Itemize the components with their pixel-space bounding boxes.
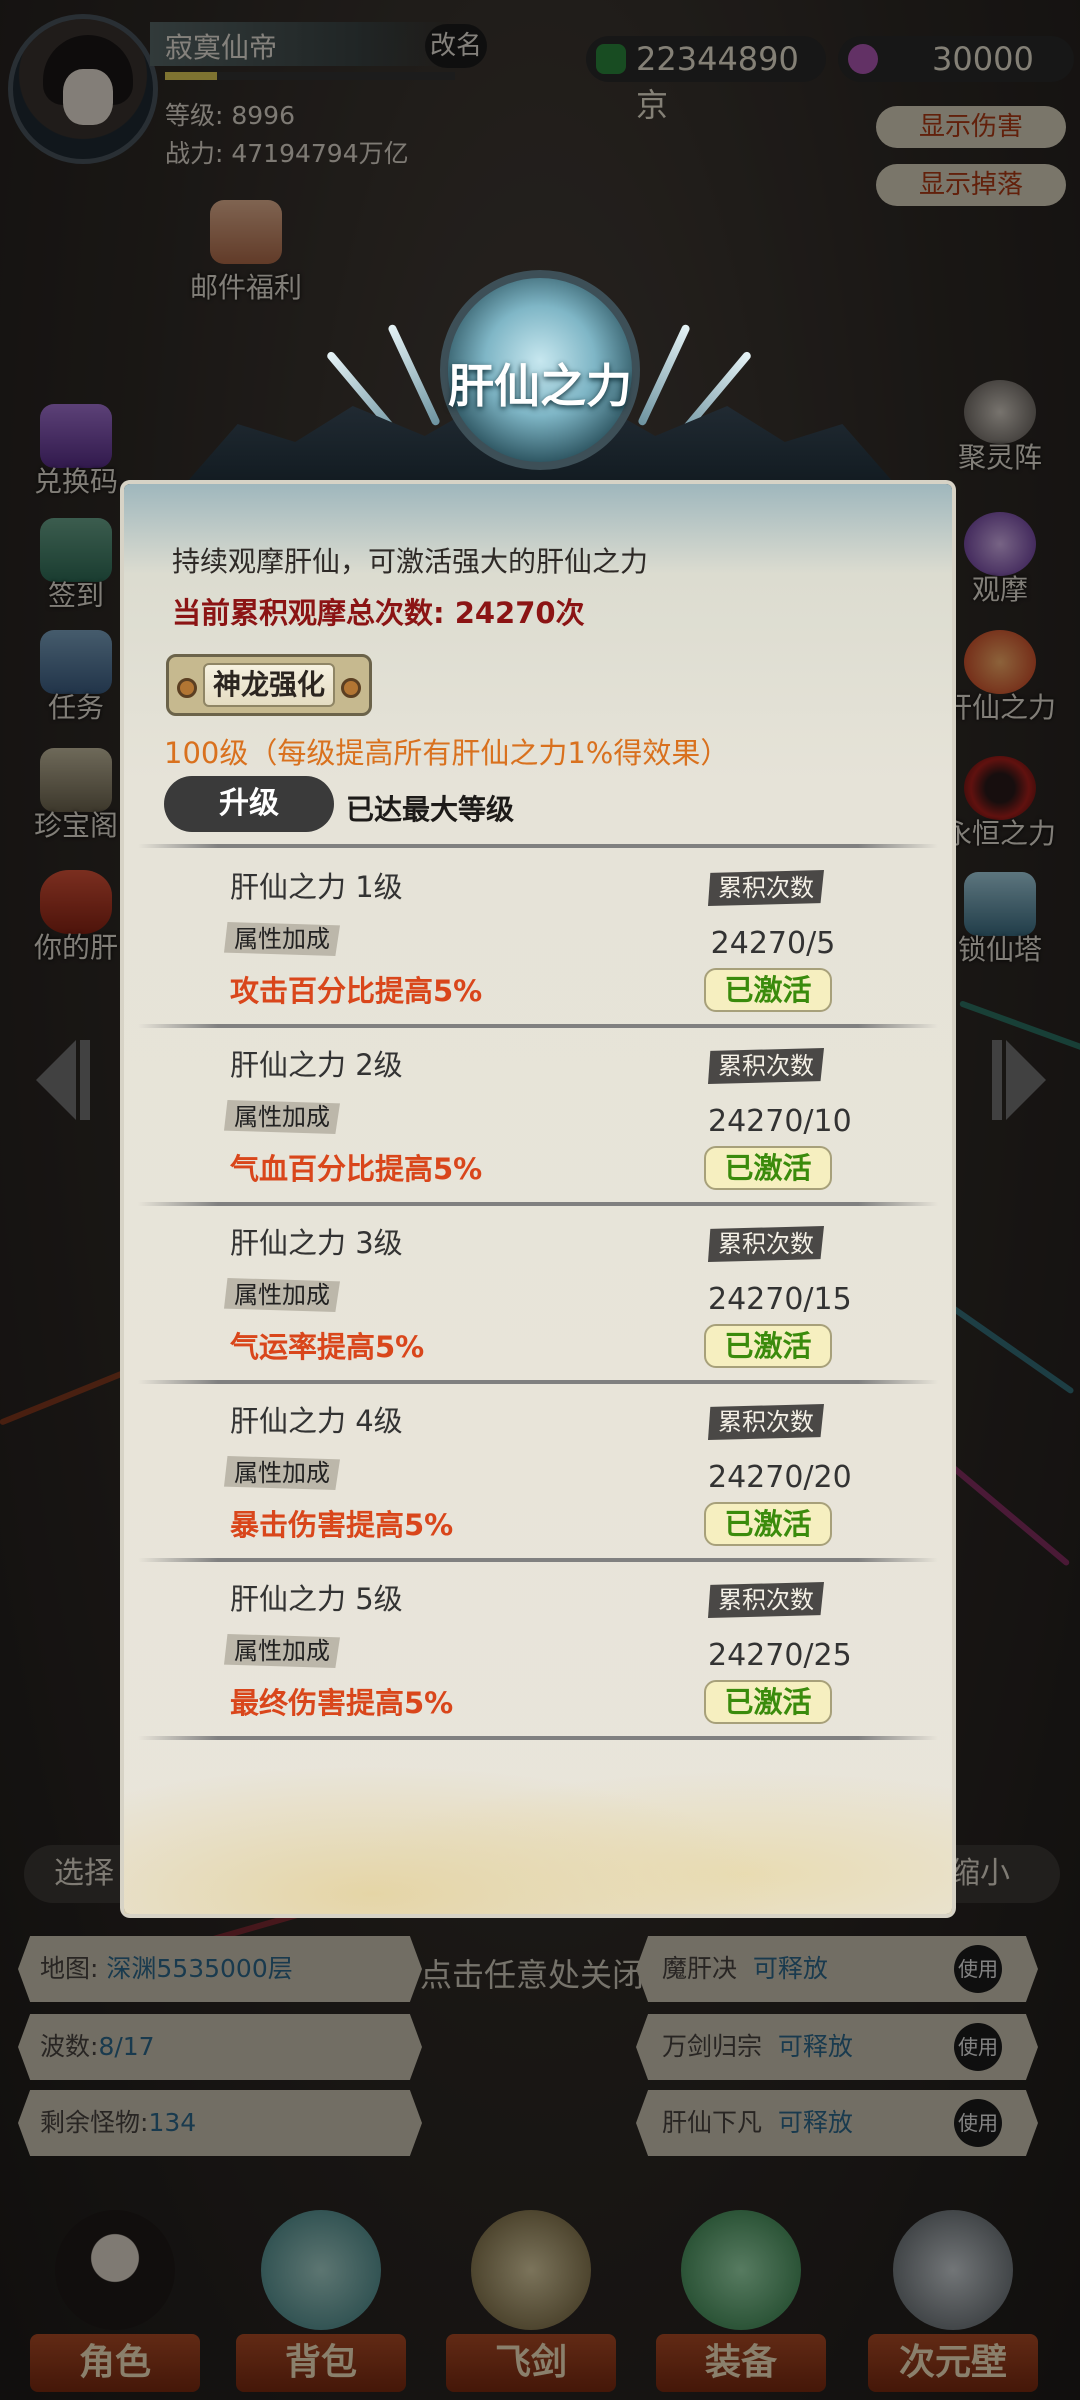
- accumulated-count-label: 累积次数: [708, 1048, 824, 1084]
- tier-progress: 24270/10: [708, 1104, 852, 1139]
- liver-power-modal: 持续观摩肝仙，可激活强大的肝仙之力 当前累积观摩总次数: 24270次 神龙强化…: [124, 484, 952, 1914]
- tier-effect: 气运率提高5%: [230, 1330, 425, 1364]
- dragon-boost-description: 100级（每级提高所有肝仙之力1%得效果）: [164, 736, 730, 770]
- modal-bottom-decoration: [124, 1714, 952, 1914]
- dragon-boost-label: 神龙强化: [203, 663, 335, 707]
- tier-name: 肝仙之力 3级: [230, 1226, 403, 1260]
- divider: [138, 1736, 938, 1740]
- tier-progress: 24270/20: [708, 1460, 852, 1495]
- accumulated-count-label: 累积次数: [708, 1226, 824, 1262]
- tier-row: 肝仙之力 2级 属性加成 气血百分比提高5% 累积次数 24270/10 已激活: [124, 1030, 952, 1208]
- tier-row: 肝仙之力 5级 属性加成 最终伤害提高5% 累积次数 24270/25 已激活: [124, 1564, 952, 1742]
- attribute-bonus-tag: 属性加成: [224, 1100, 340, 1134]
- attribute-bonus-tag: 属性加成: [224, 1278, 340, 1312]
- accumulated-count-label: 累积次数: [708, 1582, 824, 1618]
- tier-effect: 攻击百分比提高5%: [230, 974, 483, 1008]
- activated-status: 已激活: [704, 1502, 832, 1546]
- tier-effect: 最终伤害提高5%: [230, 1686, 454, 1720]
- divider: [138, 1024, 938, 1028]
- tier-progress: 24270/25: [708, 1638, 852, 1673]
- activated-status: 已激活: [704, 968, 832, 1012]
- max-level-text: 已达最大等级: [346, 793, 515, 826]
- tier-effect: 气血百分比提高5%: [230, 1152, 483, 1186]
- tier-name: 肝仙之力 5级: [230, 1582, 403, 1616]
- upgrade-button[interactable]: 升级: [164, 776, 334, 832]
- attribute-bonus-tag: 属性加成: [224, 1634, 340, 1668]
- divider: [138, 1558, 938, 1562]
- divider: [138, 1202, 938, 1206]
- accumulated-count-label: 累积次数: [708, 1404, 824, 1440]
- attribute-bonus-tag: 属性加成: [224, 1456, 340, 1490]
- tier-progress: 24270/5: [710, 926, 836, 961]
- attribute-bonus-tag: 属性加成: [224, 922, 340, 956]
- tier-name: 肝仙之力 2级: [230, 1048, 403, 1082]
- activated-status: 已激活: [704, 1324, 832, 1368]
- dragon-boost-badge: 神龙强化: [166, 654, 372, 716]
- tier-effect: 暴击伤害提高5%: [230, 1508, 454, 1542]
- total-observe-count: 当前累积观摩总次数: 24270次: [172, 596, 585, 630]
- accumulated-count-label: 累积次数: [708, 870, 824, 906]
- activated-status: 已激活: [704, 1680, 832, 1724]
- modal-header: 肝仙之力: [180, 270, 900, 490]
- modal-title: 肝仙之力: [448, 359, 632, 413]
- tier-name: 肝仙之力 4级: [230, 1404, 403, 1438]
- tier-row: 肝仙之力 3级 属性加成 气运率提高5% 累积次数 24270/15 已激活: [124, 1208, 952, 1386]
- activated-status: 已激活: [704, 1146, 832, 1190]
- modal-description: 持续观摩肝仙，可激活强大的肝仙之力: [172, 545, 649, 578]
- tier-name: 肝仙之力 1级: [230, 870, 403, 904]
- badge-knob-icon: [177, 678, 197, 698]
- badge-knob-icon: [341, 678, 361, 698]
- tier-row: 肝仙之力 4级 属性加成 暴击伤害提高5% 累积次数 24270/20 已激活: [124, 1386, 952, 1564]
- divider: [138, 1380, 938, 1384]
- tier-row: 肝仙之力 1级 属性加成 攻击百分比提高5% 累积次数 24270/5 已激活: [124, 852, 952, 1030]
- tier-progress: 24270/15: [708, 1282, 852, 1317]
- divider: [138, 844, 938, 848]
